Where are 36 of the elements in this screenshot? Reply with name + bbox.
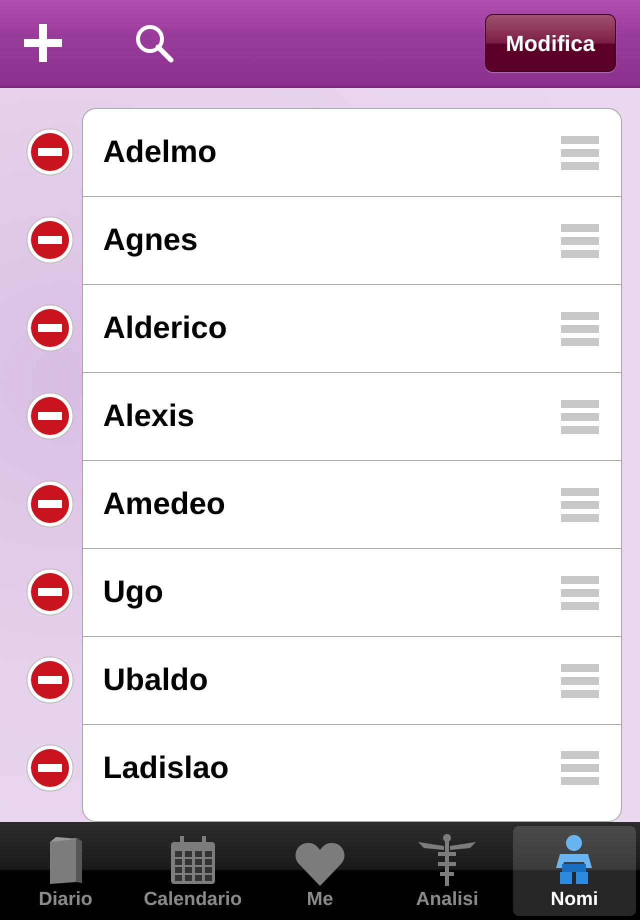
reorder-handle-icon[interactable]: [561, 664, 599, 698]
name-label: Ugo: [103, 573, 164, 612]
tab[interactable]: Calendario: [131, 826, 254, 916]
reorder-handle-icon[interactable]: [561, 136, 599, 170]
delete-icon[interactable]: [26, 304, 74, 352]
delete-icon[interactable]: [26, 216, 74, 264]
heart-icon: [295, 842, 345, 886]
name-label: Ubaldo: [103, 661, 210, 700]
delete-icon[interactable]: [26, 128, 74, 176]
reorder-handle-icon[interactable]: [561, 576, 599, 610]
caduceus-icon: [418, 834, 476, 886]
delete-icon[interactable]: [26, 480, 74, 528]
tab[interactable]: Analisi: [386, 826, 509, 916]
tab[interactable]: Nomi: [512, 826, 636, 916]
tab[interactable]: Diario: [4, 826, 128, 916]
name-label: Alderico: [103, 309, 228, 348]
name-label: Agnes: [103, 221, 199, 260]
delete-icon[interactable]: [26, 656, 74, 704]
delete-icon[interactable]: [26, 568, 74, 616]
name-label: Alexis: [103, 397, 196, 436]
calendar-icon: [168, 836, 217, 886]
delete-icon[interactable]: [26, 392, 74, 440]
search-icon[interactable]: [134, 23, 174, 63]
reorder-handle-icon[interactable]: [561, 751, 599, 785]
name-label: Ladislao: [103, 748, 230, 787]
baby-icon: [554, 834, 594, 886]
name-label: Amedeo: [103, 485, 226, 524]
tab[interactable]: Me: [258, 826, 382, 916]
reorder-handle-icon[interactable]: [561, 312, 599, 346]
delete-icon[interactable]: [26, 744, 74, 792]
reorder-handle-icon[interactable]: [561, 488, 599, 522]
edit-button[interactable]: Modifica: [484, 14, 616, 72]
reorder-handle-icon[interactable]: [561, 400, 599, 434]
add-icon[interactable]: [24, 24, 62, 62]
name-label: Adelmo: [103, 133, 218, 172]
reorder-handle-icon[interactable]: [561, 224, 599, 258]
